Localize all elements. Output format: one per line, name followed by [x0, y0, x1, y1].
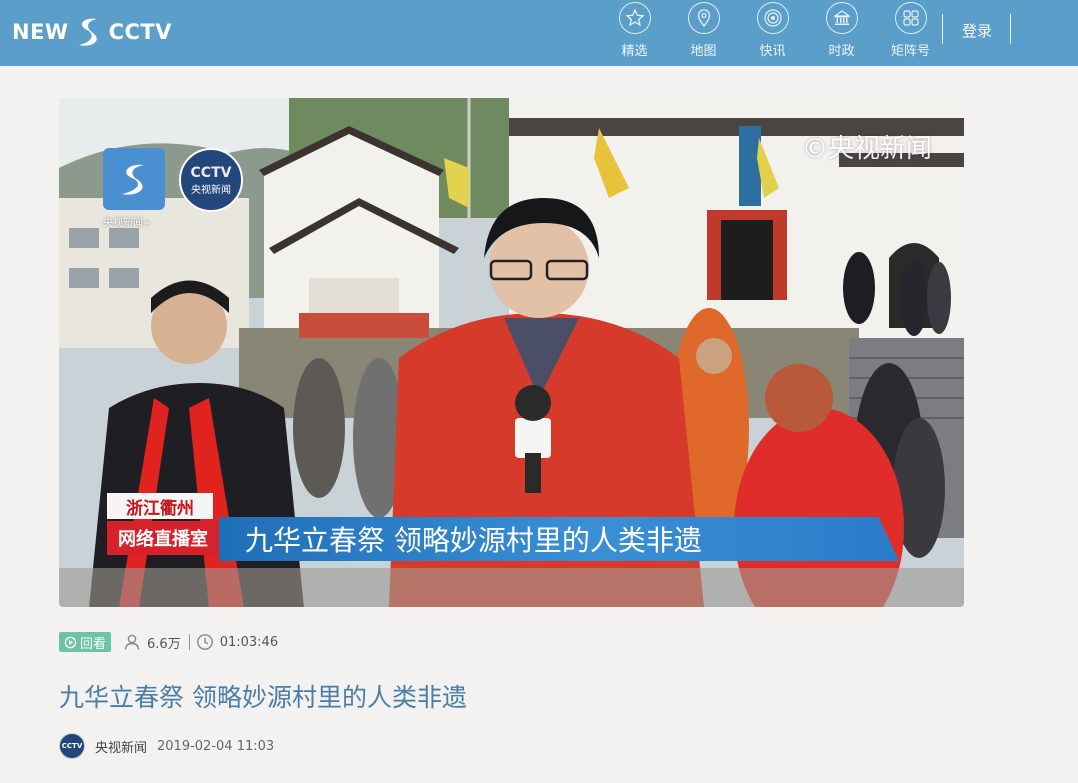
- nav-item-politics[interactable]: 时政: [807, 0, 876, 66]
- main-nav: 精选 地图 快讯 时政 矩阵号: [600, 0, 945, 66]
- video-player[interactable]: ©央视新闻 央视新闻+ CCTV 央视新闻 浙江衢州 九华立春祭 领略妙源村里的…: [59, 98, 964, 607]
- top-bar: NEW CCTV 精选 地图 快讯 时政 矩阵号 登录: [0, 0, 1078, 66]
- nav-item-matrix[interactable]: 矩阵号: [876, 0, 945, 66]
- site-logo[interactable]: NEW CCTV: [12, 14, 172, 50]
- logo-s-icon: [78, 18, 97, 46]
- cctv-logo-subtext: 央视新闻: [191, 184, 231, 196]
- author-row: CCTV 央视新闻 2019-02-04 11:03: [59, 733, 274, 759]
- nav-label: 矩阵号: [890, 44, 930, 59]
- video-duration: 01:03:46: [219, 634, 279, 650]
- map-pin-icon: [687, 2, 720, 34]
- grid-icon: [894, 2, 927, 34]
- page-title: 九华立春祭 领略妙源村里的人类非遗: [59, 683, 467, 712]
- publish-date: 2019-02-04 11:03: [157, 738, 275, 754]
- broadcast-icon: [756, 2, 789, 34]
- user-icon: [124, 634, 140, 650]
- star-icon: [618, 2, 651, 34]
- replay-label: 回看: [80, 636, 107, 652]
- logo-text-right: CCTV: [108, 20, 172, 44]
- nav-item-flash[interactable]: 快讯: [738, 0, 807, 66]
- cctv-logo-text: CCTV: [190, 164, 232, 181]
- view-count: 6.6万: [147, 636, 181, 652]
- video-watermark: ©央视新闻: [801, 134, 932, 164]
- meta-divider: [188, 634, 190, 650]
- studio-tag: 网络直播室: [107, 521, 219, 555]
- logo-text-left: NEW: [12, 20, 69, 44]
- news-plus-label: 央视新闻+: [103, 218, 152, 229]
- cctv-news-logo: CCTV 央视新闻: [179, 148, 243, 212]
- nav-item-map[interactable]: 地图: [669, 0, 738, 66]
- nav-label: 地图: [690, 44, 717, 59]
- video-meta: 回看 6.6万 01:03:46: [59, 630, 278, 654]
- video-headline: 九华立春祭 领略妙源村里的人类非遗: [219, 517, 899, 561]
- channel-logos: 央视新闻+ CCTV 央视新闻: [103, 148, 243, 229]
- replay-icon: [64, 636, 77, 648]
- logo-s-icon: [122, 164, 144, 195]
- location-tag: 浙江衢州: [107, 493, 213, 519]
- clock-icon: [196, 634, 213, 650]
- nav-label: 精选: [621, 44, 648, 59]
- nav-divider: [1010, 14, 1011, 44]
- building-icon: [825, 2, 858, 34]
- author-name[interactable]: 央视新闻: [95, 737, 147, 756]
- nav-divider: [942, 14, 943, 44]
- nav-label: 时政: [828, 44, 855, 59]
- nav-label: 快讯: [759, 44, 786, 59]
- login-button[interactable]: 登录: [962, 20, 992, 41]
- news-plus-logo: [103, 148, 165, 210]
- avatar[interactable]: CCTV: [59, 733, 85, 759]
- nav-item-featured[interactable]: 精选: [600, 0, 669, 66]
- replay-badge[interactable]: 回看: [59, 632, 112, 652]
